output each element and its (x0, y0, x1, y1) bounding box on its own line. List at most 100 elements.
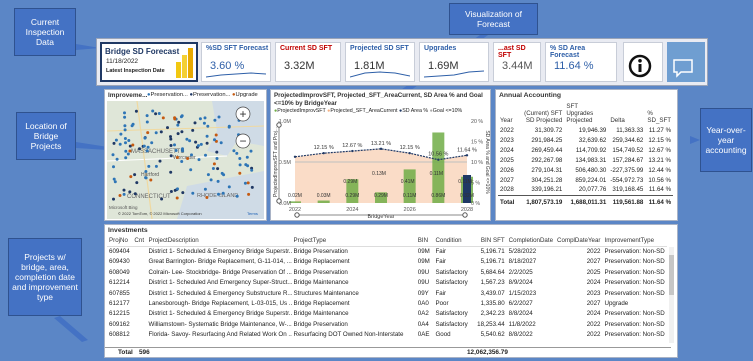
kpi-forecast-sd-sft[interactable]: ...ast SD SFT 3.44M (493, 42, 541, 82)
map-marker[interactable] (181, 149, 185, 153)
map-marker[interactable] (238, 171, 242, 175)
map-marker[interactable] (154, 164, 158, 168)
kpi-current-sd-sft[interactable]: Current SD SFT 3.32M (275, 42, 341, 82)
map-marker[interactable] (235, 151, 239, 155)
map-marker[interactable] (250, 168, 254, 172)
map-marker[interactable] (173, 116, 177, 120)
map-marker[interactable] (154, 131, 158, 135)
map-marker[interactable] (118, 194, 122, 197)
map-marker[interactable] (232, 149, 236, 153)
map-marker[interactable] (179, 115, 183, 119)
col-header[interactable]: BIN SFT (471, 236, 507, 247)
info-button[interactable] (623, 42, 663, 82)
col-header[interactable]: Delta (608, 102, 645, 125)
table-row[interactable]: 612214 District 1- Scheduled And Emergenc… (107, 278, 667, 288)
map-marker[interactable] (112, 141, 116, 145)
map-marker[interactable] (249, 149, 253, 153)
map-marker[interactable] (128, 190, 132, 194)
map-marker[interactable] (215, 157, 219, 160)
map-marker[interactable] (119, 132, 123, 136)
map-marker[interactable] (217, 192, 220, 196)
map-marker[interactable] (123, 111, 126, 115)
map-marker[interactable] (169, 190, 173, 193)
map-marker[interactable] (186, 157, 190, 160)
map-marker[interactable] (180, 130, 184, 134)
map-marker[interactable] (112, 177, 116, 181)
scrollbar-thumb[interactable] (669, 255, 674, 295)
map-marker[interactable] (131, 122, 135, 126)
map-marker[interactable] (174, 149, 178, 152)
col-header[interactable]: ProjNo (107, 236, 133, 247)
map-marker[interactable] (176, 187, 179, 191)
map-marker[interactable] (112, 165, 115, 169)
map-marker[interactable] (197, 158, 201, 162)
map-marker[interactable] (127, 139, 131, 142)
map-marker[interactable] (122, 188, 126, 192)
map-marker[interactable] (144, 176, 148, 180)
map-marker[interactable] (245, 155, 249, 159)
table-row[interactable]: 612177 Lanesborough- Bridge Replacement, … (107, 298, 667, 308)
map-marker[interactable] (191, 128, 195, 132)
map-marker[interactable] (205, 141, 209, 145)
map-marker[interactable] (128, 149, 132, 153)
map-marker[interactable] (203, 116, 207, 120)
map-marker[interactable] (118, 142, 122, 146)
map-marker[interactable] (124, 156, 128, 160)
map-marker[interactable] (243, 181, 247, 185)
col-header[interactable]: SFT Upgrades Projected (564, 102, 608, 125)
map-marker[interactable] (160, 197, 164, 201)
map-marker[interactable] (212, 162, 216, 166)
zoom-in-button[interactable]: + (236, 108, 250, 122)
investments-scrollbar[interactable] (669, 247, 674, 343)
map-marker[interactable] (166, 126, 169, 130)
map-marker[interactable] (188, 139, 192, 143)
accounting-row[interactable]: 2024 269,459.44 114,709.92 154,749.52 12.67 … (498, 145, 673, 155)
map-marker[interactable] (113, 180, 117, 184)
table-row[interactable]: 607855 District 1- Scheduled & Emergency … (107, 288, 667, 298)
map-marker[interactable] (247, 192, 251, 196)
map-marker[interactable] (123, 137, 127, 140)
col-header[interactable]: Year (498, 102, 516, 125)
table-row[interactable]: 612215 District 1- Scheduled & Emergency … (107, 309, 667, 319)
map-marker[interactable] (133, 192, 137, 196)
map-marker[interactable] (214, 133, 218, 137)
map-marker[interactable] (169, 144, 173, 147)
map-marker[interactable] (123, 115, 127, 119)
kpi-projected-sd-sft[interactable]: Projected SD SFT 1.81M (345, 42, 415, 82)
map-marker[interactable] (206, 124, 210, 128)
map-marker[interactable] (157, 112, 161, 115)
map-marker[interactable] (169, 170, 173, 174)
map-marker[interactable] (227, 185, 231, 189)
map-marker[interactable] (114, 138, 118, 142)
map-marker[interactable] (146, 145, 150, 149)
map-marker[interactable] (189, 168, 193, 172)
map-marker[interactable] (124, 141, 127, 145)
investments-table-wrap[interactable]: ProjNo Cnt ProjectDescription ProjectType BI… (107, 236, 667, 348)
col-header[interactable]: ComplDateYear (555, 236, 603, 247)
col-header[interactable]: BIN (415, 236, 434, 247)
map-marker[interactable] (205, 134, 209, 138)
map-marker[interactable] (215, 150, 219, 154)
map-marker[interactable] (144, 170, 148, 173)
map-marker[interactable] (133, 173, 137, 177)
map-marker[interactable] (175, 196, 179, 200)
map-marker[interactable] (177, 120, 181, 124)
table-row[interactable]: 609430 Great Barrington- Bridge Replaceme… (107, 257, 667, 267)
map-marker[interactable] (154, 112, 158, 116)
map-marker[interactable] (227, 125, 231, 129)
map-marker[interactable] (161, 116, 165, 120)
map-marker[interactable] (198, 117, 202, 121)
map-marker[interactable] (123, 128, 127, 132)
map-marker[interactable] (193, 121, 197, 125)
map-marker[interactable] (180, 160, 184, 163)
map-marker[interactable] (112, 197, 115, 201)
accounting-row[interactable]: 2027 304,251.28 859,224.01 -554,972.73 10.56… (498, 175, 673, 185)
map-marker[interactable] (238, 157, 242, 160)
map-marker[interactable] (206, 173, 210, 177)
map-marker[interactable] (158, 159, 162, 163)
table-row[interactable]: 609404 District 1- Scheduled & Emergency … (107, 246, 667, 256)
map-marker[interactable] (123, 124, 127, 128)
map-marker[interactable] (244, 163, 248, 167)
map-marker[interactable] (129, 175, 133, 179)
map-marker[interactable] (202, 121, 206, 125)
